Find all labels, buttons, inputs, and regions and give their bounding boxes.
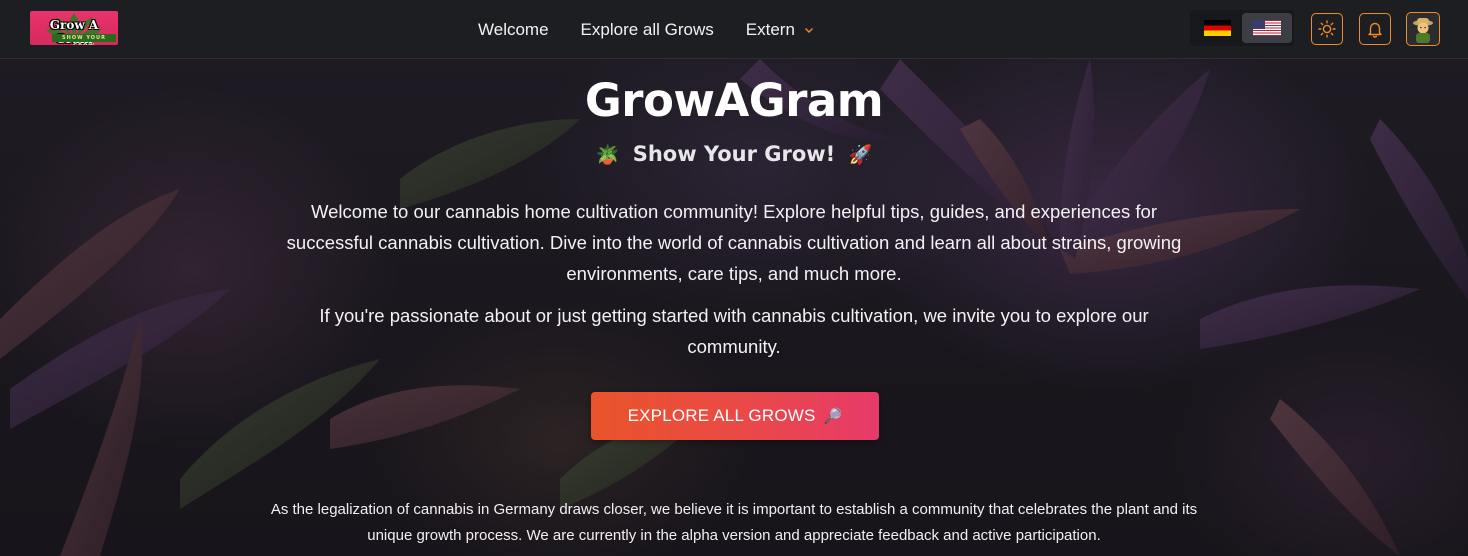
cta-label: EXPLORE ALL GROWS [627, 406, 816, 425]
main-nav: Welcome Explore all Grows Extern [478, 18, 846, 42]
magnifier-icon: 🔎 [823, 408, 843, 425]
growagram-logo[interactable]: Grow A Gram SHOW YOUR GROW [30, 11, 118, 45]
invite-paragraph: If you're passionate about or just getti… [319, 305, 1149, 357]
potted-plant-icon: 🪴 [595, 144, 620, 166]
nav-extern-label: Extern [745, 20, 795, 39]
sun-icon [1318, 20, 1336, 38]
page-subtitle: 🪴 Show Your Grow! 🚀 [0, 142, 1468, 166]
logo-tagline: SHOW YOUR GROW [52, 34, 116, 45]
notifications-button[interactable] [1359, 13, 1391, 45]
hero-content: GrowAGram 🪴 Show Your Grow! 🚀 Welcome to… [0, 59, 1468, 556]
german-flag-icon[interactable] [1204, 20, 1231, 36]
farmer-avatar-icon [1413, 18, 1433, 43]
rocket-icon: 🚀 [848, 144, 873, 166]
hero-section: GrowAGram 🪴 Show Your Grow! 🚀 Welcome to… [0, 59, 1468, 556]
nav-dropdown-extern[interactable]: Extern [746, 20, 814, 40]
nav-link-welcome[interactable]: Welcome [478, 20, 549, 40]
intro-paragraph: Welcome to our cannabis home cultivation… [286, 201, 1182, 284]
theme-toggle-button[interactable] [1311, 13, 1343, 45]
page-title: GrowAGram [584, 74, 884, 127]
chevron-down-icon [804, 28, 813, 33]
user-avatar[interactable] [1406, 12, 1440, 46]
alpha-notice: As the legalization of cannabis in Germa… [270, 501, 1198, 544]
us-flag-icon [1253, 20, 1281, 36]
language-en-button[interactable] [1242, 13, 1292, 43]
top-navbar: Grow A Gram SHOW YOUR GROW Welcome Explo… [0, 0, 1468, 59]
subtitle-text: Show Your Grow! [632, 142, 836, 166]
nav-link-explore-all-grows[interactable]: Explore all Grows [581, 20, 714, 40]
bell-icon [1368, 22, 1382, 38]
language-switcher [1190, 10, 1294, 46]
explore-all-grows-button[interactable]: EXPLORE ALL GROWS 🔎 [591, 392, 879, 440]
